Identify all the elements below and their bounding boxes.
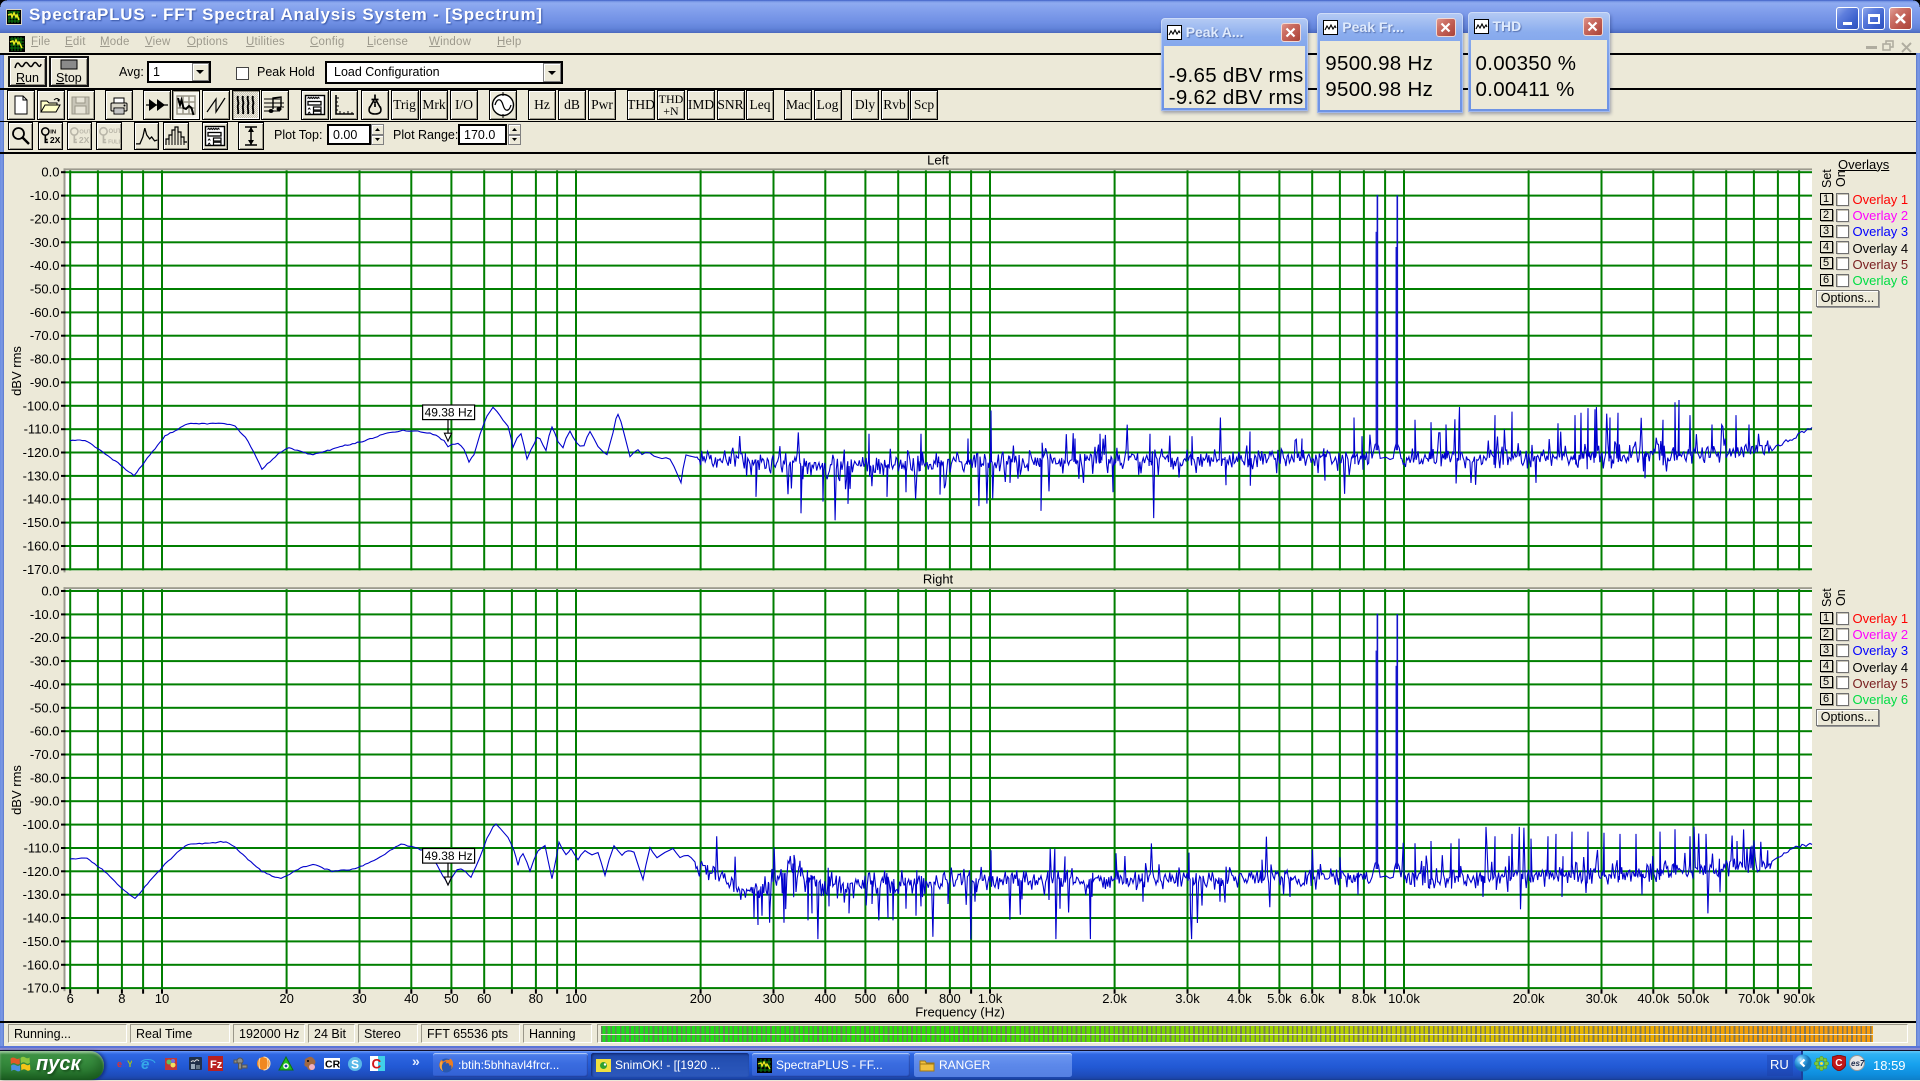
svg-text:Y: Y [127,1059,132,1069]
svg-text:Set: Set [1820,169,1834,188]
svg-text:-120.0: -120.0 [23,864,60,879]
svg-text:20: 20 [279,991,293,1006]
svg-text:40.0k: 40.0k [1637,991,1669,1006]
svg-text:-130.0: -130.0 [23,468,60,483]
svg-text:20.0k: 20.0k [1513,991,1545,1006]
svg-text:Fz: Fz [210,1059,223,1071]
svg-text:300: 300 [763,991,785,1006]
svg-text:On: On [1834,589,1848,606]
svg-text:On: On [1834,170,1848,187]
svg-text:es7: es7 [1851,1059,1865,1068]
svg-text:400: 400 [814,991,836,1006]
svg-text:40: 40 [404,991,418,1006]
svg-text:-80.0: -80.0 [30,352,60,367]
svg-text:600: 600 [887,991,909,1006]
svg-text:3.0k: 3.0k [1175,991,1200,1006]
svg-text:-160.0: -160.0 [23,957,60,972]
svg-text:10.0k: 10.0k [1388,991,1420,1006]
svg-text:60: 60 [477,991,491,1006]
svg-text:0.0: 0.0 [41,165,59,180]
svg-text:-20.0: -20.0 [30,630,60,645]
svg-text:-30.0: -30.0 [30,654,60,669]
svg-text:-30.0: -30.0 [30,235,60,250]
svg-text:49.38 Hz: 49.38 Hz [425,849,473,863]
svg-text:2.0k: 2.0k [1102,991,1127,1006]
svg-text:S: S [351,1058,359,1072]
svg-text:-160.0: -160.0 [23,539,60,554]
svg-text:0.0: 0.0 [41,584,59,599]
svg-text:Set: Set [1820,588,1834,607]
svg-text:-100.0: -100.0 [23,398,60,413]
svg-text:dBV rms: dBV rms [9,346,24,396]
svg-text:-140.0: -140.0 [23,492,60,507]
svg-text:80: 80 [529,991,543,1006]
svg-text:100: 100 [565,991,587,1006]
svg-text:CR: CR [325,1059,340,1071]
svg-text:90.0k: 90.0k [1783,991,1815,1006]
svg-text:-10.0: -10.0 [30,188,60,203]
svg-text:-110.0: -110.0 [24,841,60,856]
svg-text:-90.0: -90.0 [30,375,60,390]
svg-text:-140.0: -140.0 [23,911,60,926]
svg-text:6: 6 [67,991,74,1006]
svg-text:4.0k: 4.0k [1227,991,1252,1006]
svg-text:-60.0: -60.0 [30,305,60,320]
svg-text:-70.0: -70.0 [30,328,60,343]
svg-text:8: 8 [118,991,125,1006]
svg-text:-50.0: -50.0 [30,700,60,715]
svg-text:C: C [372,1057,382,1072]
svg-text:-150.0: -150.0 [23,515,60,530]
svg-text:6.0k: 6.0k [1300,991,1325,1006]
svg-text:dBV rms: dBV rms [9,765,24,815]
svg-text:8.0k: 8.0k [1352,991,1377,1006]
svg-text:-110.0: -110.0 [24,422,60,437]
svg-text:10: 10 [155,991,169,1006]
svg-text:30: 30 [352,991,366,1006]
svg-text:-60.0: -60.0 [30,724,60,739]
svg-text:5.0k: 5.0k [1267,991,1292,1006]
svg-text:500: 500 [855,991,877,1006]
svg-text:-70.0: -70.0 [30,747,60,762]
svg-text:-20.0: -20.0 [30,211,60,226]
svg-text:Left: Left [927,153,949,168]
svg-text:-10.0: -10.0 [30,607,60,622]
svg-text:-170.0: -170.0 [23,562,60,577]
svg-text:-100.0: -100.0 [23,817,60,832]
svg-text:-170.0: -170.0 [23,981,60,996]
svg-text:Frequency (Hz): Frequency (Hz) [915,1005,1005,1020]
svg-text:49.38 Hz: 49.38 Hz [425,405,473,419]
svg-text:30.0k: 30.0k [1586,991,1618,1006]
svg-text:-130.0: -130.0 [23,887,60,902]
svg-text:-40.0: -40.0 [30,677,60,692]
svg-text:-150.0: -150.0 [23,934,60,949]
svg-text:C: C [1835,1058,1842,1069]
svg-text:50.0k: 50.0k [1677,991,1709,1006]
svg-text:200: 200 [690,991,712,1006]
svg-text:50: 50 [444,991,458,1006]
svg-text:Right: Right [923,571,954,586]
svg-text:-120.0: -120.0 [23,445,60,460]
svg-text:-50.0: -50.0 [30,282,60,297]
svg-text:-90.0: -90.0 [30,794,60,809]
svg-text:e: e [141,1056,149,1072]
svg-text:-80.0: -80.0 [30,770,60,785]
svg-text:70.0k: 70.0k [1738,991,1770,1006]
svg-text:-40.0: -40.0 [30,258,60,273]
